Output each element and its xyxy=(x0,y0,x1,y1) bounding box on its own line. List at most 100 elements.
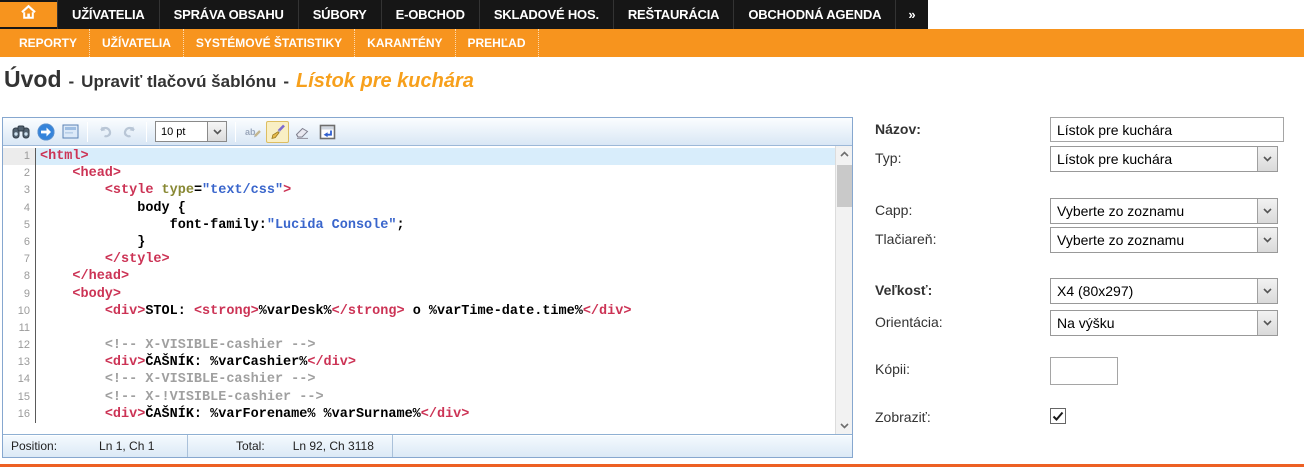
chevron-down-icon[interactable] xyxy=(207,122,226,141)
bottom-orange-rule xyxy=(0,464,1304,467)
position-label: Position: xyxy=(11,439,58,453)
line-number: 15 xyxy=(3,388,36,406)
chevron-down-icon[interactable] xyxy=(1257,279,1277,303)
replace-icon[interactable]: ab xyxy=(241,121,264,143)
subnav-item-0[interactable]: REPORTY xyxy=(6,29,91,57)
nav-item-1[interactable]: SPRÁVA OBSAHU xyxy=(158,0,298,29)
chevron-down-icon[interactable] xyxy=(1257,199,1277,223)
form-row-tlaciaren: Tlačiareň: Vyberte zo zoznamu xyxy=(875,227,1278,253)
nav-item-0[interactable]: UŽÍVATELIA xyxy=(57,0,159,29)
subnav-item-1[interactable]: UŽÍVATELIA xyxy=(90,29,184,57)
form-row-kopii: Kópii: xyxy=(875,357,1118,385)
scroll-up-icon[interactable] xyxy=(836,146,852,162)
code-line: 7 </style> xyxy=(3,251,835,269)
goto-line-icon[interactable] xyxy=(34,121,57,143)
code-line: 10 <div>STOL: <strong>%varDesk%</strong>… xyxy=(3,302,835,320)
line-number: 11 xyxy=(3,319,36,338)
code-line: 15 <!-- X-!VISIBLE-cashier --> xyxy=(3,388,835,406)
code-line: 5 font-family:"Lucida Console"; xyxy=(3,216,835,234)
line-content: font-family:"Lucida Console"; xyxy=(40,217,405,233)
form-row-typ: Typ: Lístok pre kuchára xyxy=(875,146,1278,172)
nav-item-3[interactable]: E-OBCHOD xyxy=(380,0,479,29)
subnav-item-2[interactable]: SYSTÉMOVÉ ŠTATISTIKY xyxy=(184,29,356,57)
template-settings-form: Názov: Lístok pre kuchára Typ: Lístok pre k… xyxy=(875,117,1300,447)
line-number: 3 xyxy=(3,182,36,200)
breadcrumb-root[interactable]: Úvod xyxy=(4,66,62,93)
line-number: 7 xyxy=(3,251,36,269)
tlaciaren-select[interactable]: Vyberte zo zoznamu xyxy=(1050,227,1278,253)
nav-item-2[interactable]: SÚBORY xyxy=(297,0,381,29)
tlaciaren-selected-value: Vyberte zo zoznamu xyxy=(1057,232,1185,248)
toolbar-divider xyxy=(87,121,88,142)
home-icon xyxy=(20,4,37,25)
subnav-item-4[interactable]: PREHĽAD xyxy=(456,29,539,57)
nav-more-button[interactable]: » xyxy=(895,0,927,29)
line-content xyxy=(36,320,835,337)
breadcrumb-separator: - xyxy=(283,72,290,91)
line-number: 12 xyxy=(3,337,36,355)
line-content: <html> xyxy=(36,148,835,166)
zobrazit-label: Zobraziť: xyxy=(875,409,931,425)
code-line: 13 <div>ČAŠNÍK: %varCashier%</div> xyxy=(3,354,835,372)
code-line: 11 xyxy=(3,319,835,338)
line-content: } xyxy=(40,234,146,250)
line-number: 8 xyxy=(3,268,36,286)
code-line: 14 <!-- X-VISIBLE-cashier --> xyxy=(3,371,835,389)
code-editor-textarea[interactable]: 1 <html> 2 <head> 3 <style type="text/css">… xyxy=(3,146,852,434)
capp-selected-value: Vyberte zo zoznamu xyxy=(1057,203,1185,219)
orientacia-select[interactable]: Na výšku xyxy=(1050,310,1278,336)
line-number: 13 xyxy=(3,354,36,372)
zobrazit-checkbox[interactable] xyxy=(1050,408,1066,424)
primary-nav: UŽÍVATELIA SPRÁVA OBSAHU SÚBORY E-OBCHOD SKL… xyxy=(0,0,928,29)
nazov-label: Názov: xyxy=(875,121,921,137)
line-number: 10 xyxy=(3,302,36,320)
chevron-down-icon[interactable] xyxy=(1257,228,1277,252)
total-value: Ln 92, Ch 3118 xyxy=(292,439,374,453)
line-number: 5 xyxy=(3,216,36,234)
eraser-icon[interactable] xyxy=(291,121,314,143)
tlaciaren-label: Tlačiareň: xyxy=(875,231,937,247)
form-row-capp: Capp: Vyberte zo zoznamu xyxy=(875,198,1278,224)
vertical-scrollbar[interactable] xyxy=(835,146,852,434)
form-row-velkost: Veľkosť: X4 (80x297) xyxy=(875,278,1278,304)
scroll-down-icon[interactable] xyxy=(836,418,852,434)
kopii-input[interactable] xyxy=(1050,357,1118,385)
page-title: Lístok pre kuchára xyxy=(296,70,474,92)
redo-icon[interactable] xyxy=(118,121,141,143)
code-editor-panel: 10 pt ab 1 <html> 2 <head> 3 <style type… xyxy=(2,117,853,458)
insert-template-icon[interactable] xyxy=(316,121,339,143)
kopii-label: Kópii: xyxy=(875,361,911,377)
undo-icon[interactable] xyxy=(93,121,116,143)
code-line: 6 } xyxy=(3,233,835,252)
line-number: 16 xyxy=(3,405,36,423)
breadcrumb-section: Upraviť tlačovú šablónu xyxy=(81,72,277,91)
select-all-icon[interactable] xyxy=(59,121,82,143)
chevron-down-icon[interactable] xyxy=(1257,311,1277,335)
velkost-select[interactable]: X4 (80x297) xyxy=(1050,278,1278,304)
nav-item-5[interactable]: REŠTAURÁCIA xyxy=(612,0,733,29)
line-content: <body> xyxy=(72,286,122,302)
line-number: 4 xyxy=(3,199,36,217)
nazov-input[interactable]: Lístok pre kuchára xyxy=(1050,117,1284,142)
orientacia-selected-value: Na výšku xyxy=(1057,315,1115,331)
typ-select[interactable]: Lístok pre kuchára xyxy=(1050,146,1278,172)
chevron-down-icon[interactable] xyxy=(1257,147,1277,171)
code-line: 12 <!-- X-VISIBLE-cashier --> xyxy=(3,337,835,355)
code-line: 1 <html> xyxy=(3,148,835,166)
font-size-select[interactable]: 10 pt xyxy=(155,121,227,142)
code-line: 4 body { xyxy=(3,199,835,217)
find-icon[interactable] xyxy=(9,121,32,143)
home-button[interactable] xyxy=(0,2,57,27)
nav-item-4[interactable]: SKLADOVÉ HOS. xyxy=(478,0,613,29)
subnav-item-3[interactable]: KARANTÉNY xyxy=(355,29,456,57)
line-number: 9 xyxy=(3,285,36,303)
code-line: 8 </head> xyxy=(3,268,835,286)
code-line: 2 <head> xyxy=(3,165,835,183)
capp-select[interactable]: Vyberte zo zoznamu xyxy=(1050,198,1278,224)
breadcrumb: Úvod - Upraviť tlačovú šablónu - Lístok … xyxy=(4,66,474,93)
scrollbar-thumb[interactable] xyxy=(837,165,852,207)
format-brush-icon[interactable] xyxy=(266,120,289,143)
line-number: 2 xyxy=(3,165,36,183)
nav-item-6[interactable]: OBCHODNÁ AGENDA xyxy=(733,0,895,29)
total-label: Total: xyxy=(236,439,265,453)
